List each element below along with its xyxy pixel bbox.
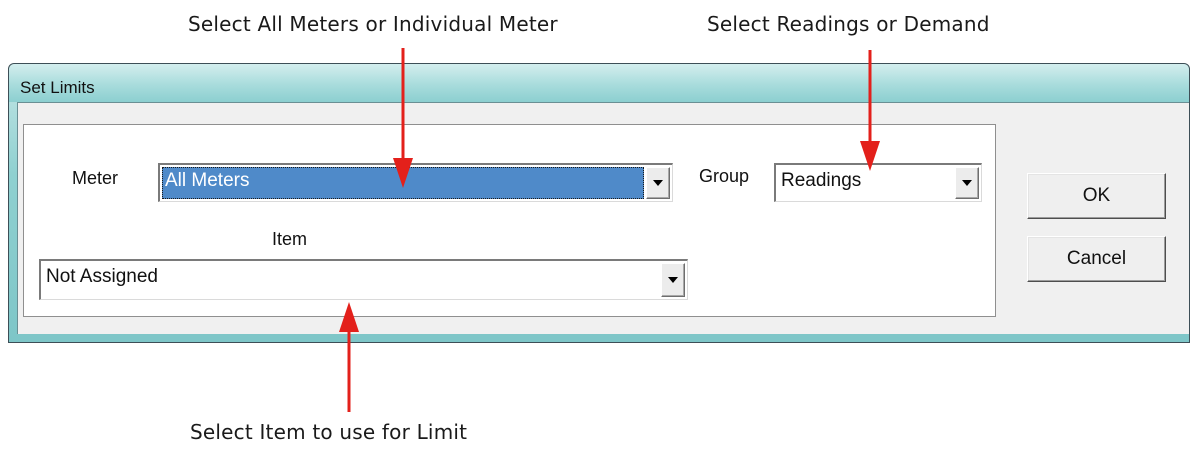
item-dropdown[interactable]: Not Assigned xyxy=(39,259,688,300)
meter-selected-value: All Meters xyxy=(162,167,644,199)
annotation-meter: Select All Meters or Individual Meter xyxy=(188,12,558,36)
group-label: Group xyxy=(699,166,750,186)
annotation-item: Select Item to use for Limit xyxy=(190,420,468,444)
group-dropdown[interactable]: Readings xyxy=(774,163,982,202)
item-dropdown-button[interactable] xyxy=(661,263,685,297)
settings-panel: Meter All Meters Group Readings Item Not… xyxy=(23,124,996,317)
item-label: Item xyxy=(272,229,308,249)
chevron-down-icon xyxy=(668,277,678,283)
title-bar[interactable]: Set Limits xyxy=(9,64,1189,102)
group-dropdown-button[interactable] xyxy=(955,167,979,199)
item-selected-value: Not Assigned xyxy=(46,266,158,287)
dialog-client-area: Meter All Meters Group Readings Item Not… xyxy=(17,102,1189,334)
chevron-down-icon xyxy=(962,180,972,186)
window-title: Set Limits xyxy=(20,78,95,97)
ok-button[interactable]: OK xyxy=(1027,173,1166,219)
meter-dropdown-button[interactable] xyxy=(646,167,670,199)
annotation-group: Select Readings or Demand xyxy=(707,12,990,36)
chevron-down-icon xyxy=(653,180,663,186)
set-limits-dialog: Set Limits Meter All Meters Group Readin… xyxy=(8,63,1190,343)
cancel-button[interactable]: Cancel xyxy=(1027,236,1166,282)
meter-dropdown[interactable]: All Meters xyxy=(158,163,673,202)
meter-label: Meter xyxy=(72,168,119,188)
group-selected-value: Readings xyxy=(781,170,862,191)
